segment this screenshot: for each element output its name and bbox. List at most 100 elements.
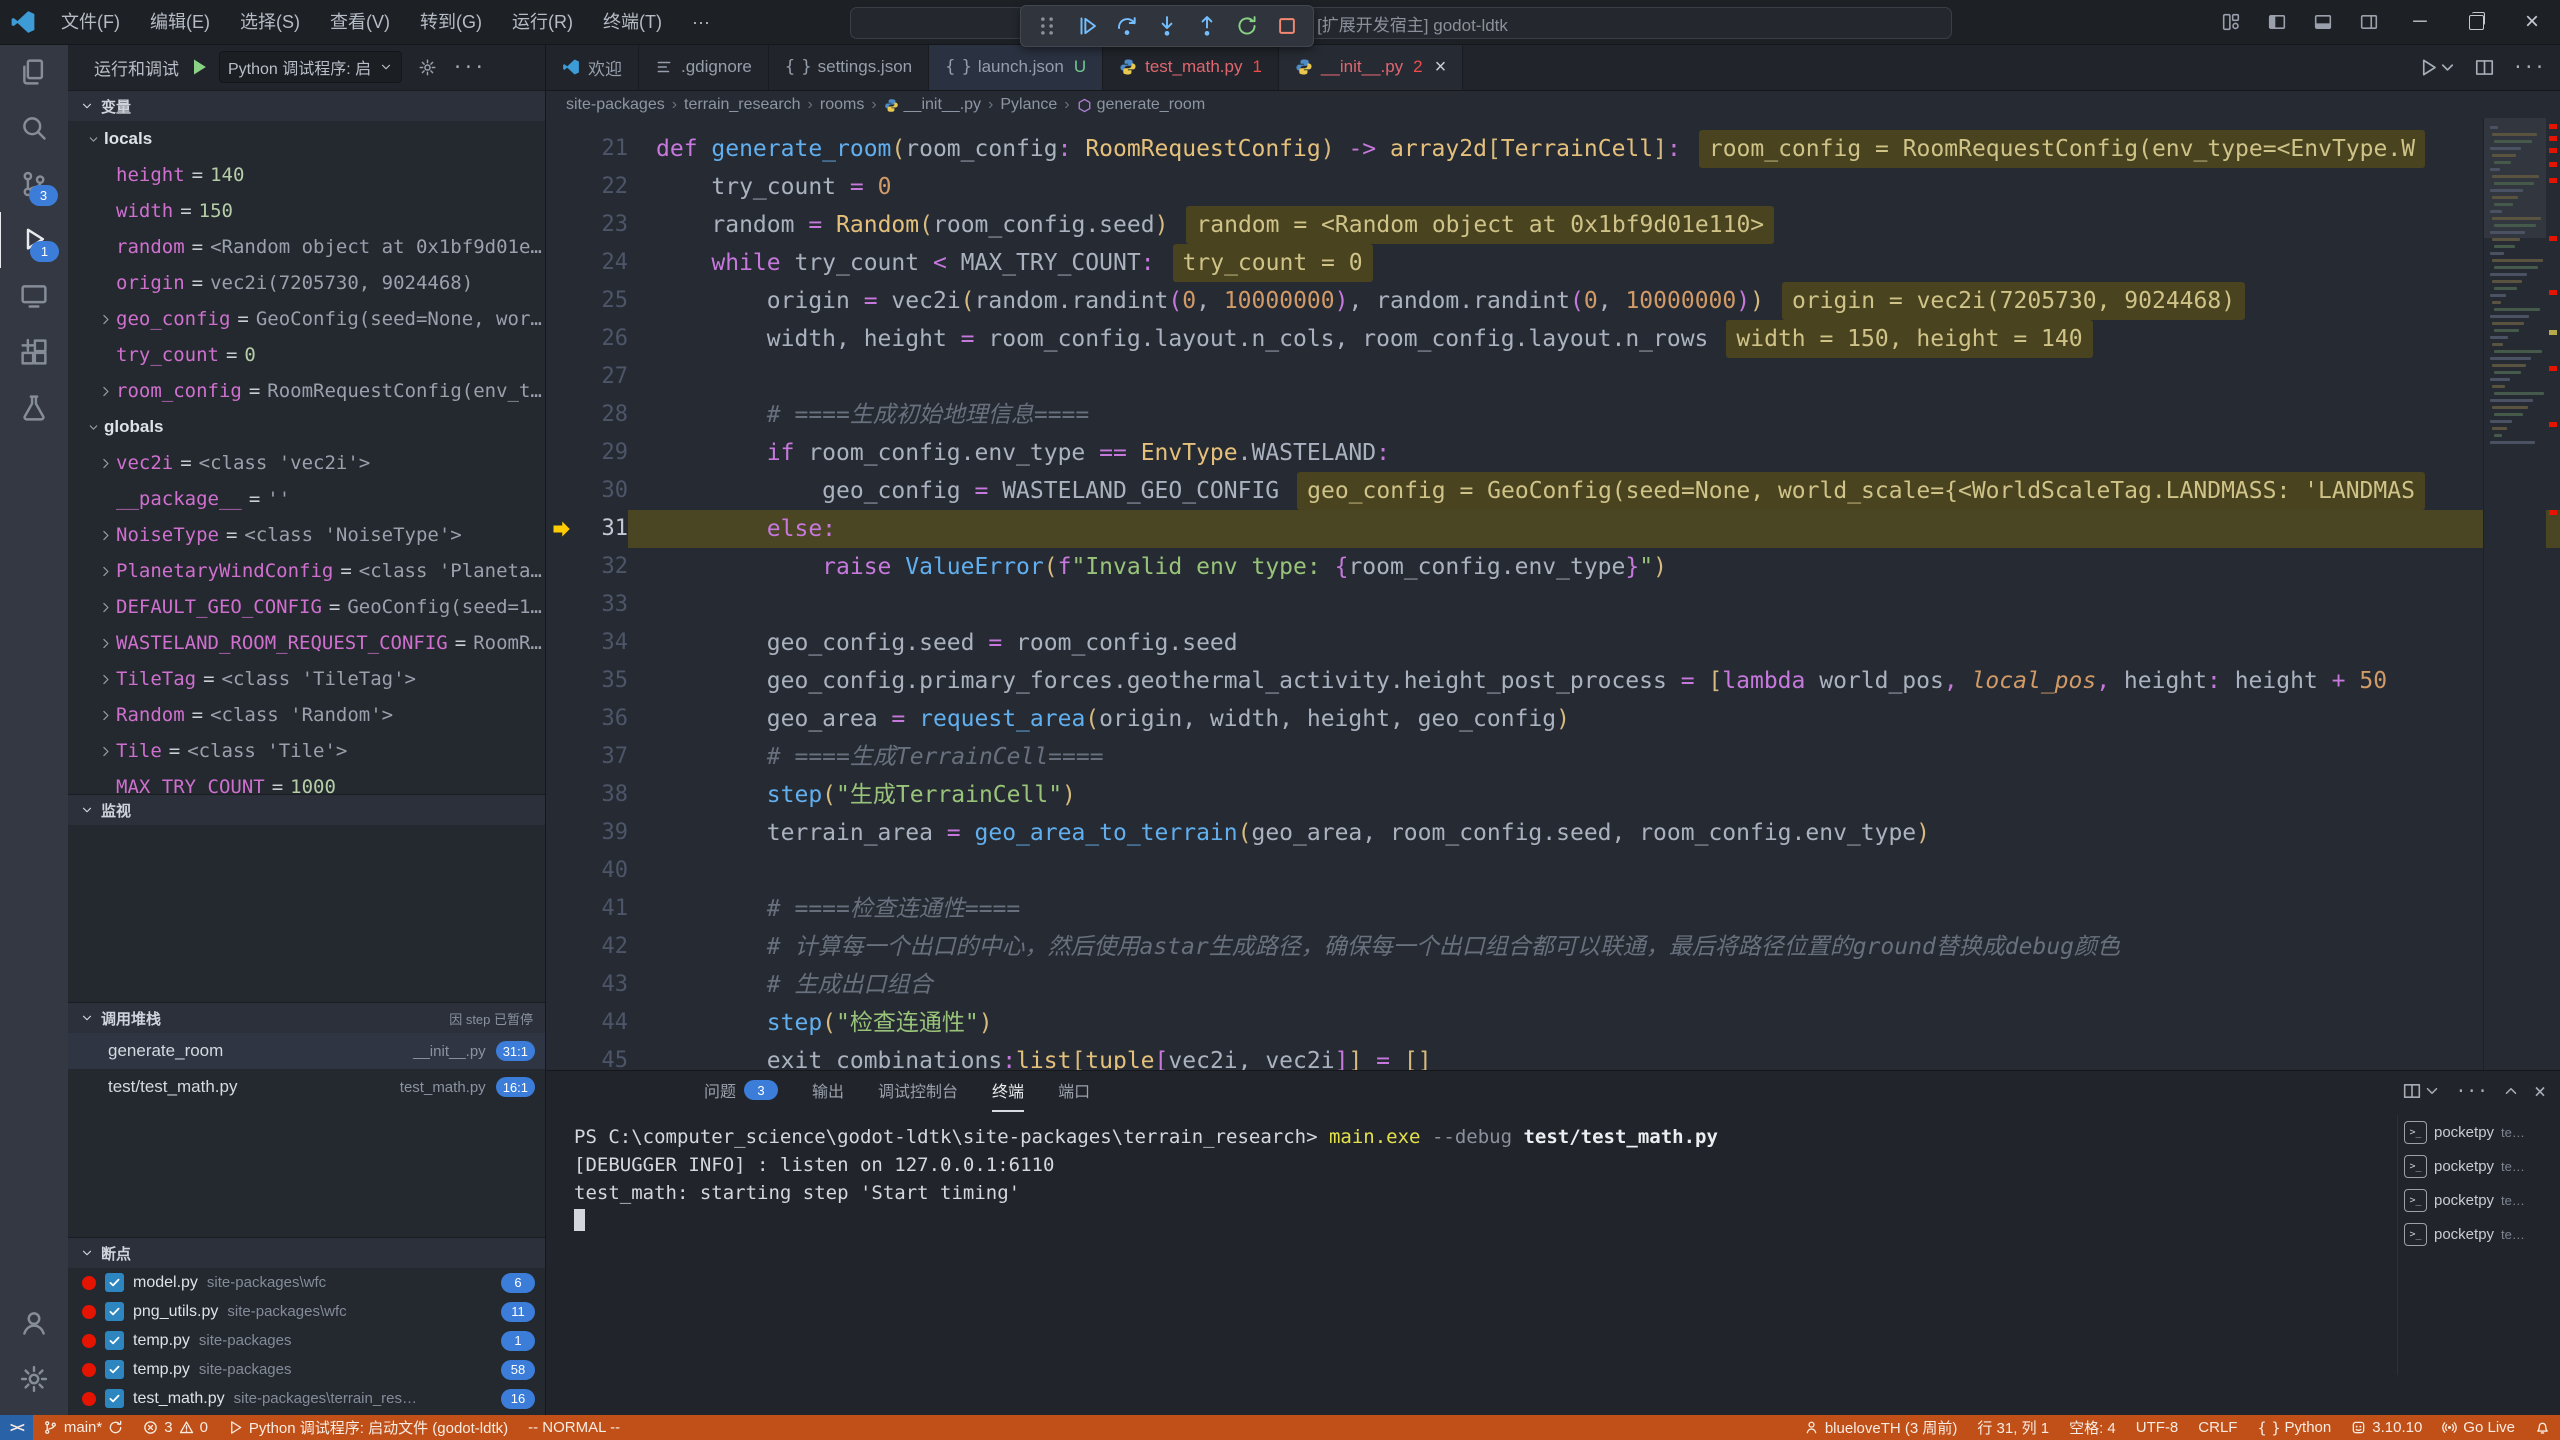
menu-item[interactable]: 文件(F): [46, 0, 135, 44]
code-line[interactable]: 20: [546, 118, 2560, 130]
variable-row[interactable]: Random= <class 'Random'>: [68, 697, 545, 733]
terminal-output[interactable]: PS C:\computer_science\godot-ldtk\site-p…: [574, 1123, 2454, 1235]
status-indentation[interactable]: 空格: 4: [2059, 1415, 2126, 1440]
variable-row[interactable]: origin= vec2i(7205730, 9024468): [68, 265, 545, 301]
split-editor-button[interactable]: [2468, 50, 2501, 84]
code-line[interactable]: 24 while try_count < MAX_TRY_COUNT:try_c…: [546, 244, 2560, 282]
code-line[interactable]: 32 raise ValueError(f"Invalid env type: …: [546, 548, 2560, 586]
code-line[interactable]: 42 # 计算每一个出口的中心，然后使用astar生成路径，确保每一个出口组合都…: [546, 928, 2560, 966]
code-line[interactable]: 45 exit_combinations:list[tuple[vec2i, v…: [546, 1042, 2560, 1070]
terminal-instance[interactable]: >_ pocketpyte…: [2404, 1217, 2554, 1251]
watch-section-header[interactable]: 监视: [68, 794, 545, 825]
variable-row[interactable]: DEFAULT_GEO_CONFIG= GeoConfig(seed=1…: [68, 589, 545, 625]
breakpoint-row[interactable]: temp.pysite-packages 1: [68, 1326, 545, 1355]
command-center-search[interactable]: [扩展开发宿主] godot-ldtk: [850, 7, 1952, 39]
code-line[interactable]: 30 geo_config = WASTELAND_GEO_CONFIGgeo_…: [546, 472, 2560, 510]
breadcrumb-item[interactable]: generate_room: [1077, 96, 1206, 114]
close-window-button[interactable]: ×: [2504, 0, 2560, 44]
breakpoint-row[interactable]: model.pysite-packages\wfc 6: [68, 1268, 545, 1297]
code-line[interactable]: 33: [546, 586, 2560, 624]
status-debug-configuration[interactable]: Python 调试程序: 启动文件 (godot-ldtk): [218, 1415, 518, 1440]
activity-source-control[interactable]: 3: [0, 156, 68, 212]
code-line[interactable]: 26 width, height = room_config.layout.n_…: [546, 320, 2560, 358]
debug-configuration-dropdown[interactable]: Python 调试程序: 启: [219, 51, 402, 83]
breakpoint-checkbox[interactable]: [105, 1302, 124, 1321]
variable-row[interactable]: height= 140: [68, 157, 545, 193]
toggle-secondary-sidebar-icon[interactable]: [2346, 0, 2392, 44]
status-remote-indicator[interactable]: ><: [0, 1415, 33, 1440]
step-over-button[interactable]: [1107, 8, 1147, 44]
callstack-frame[interactable]: generate_room__init__.py 31:1: [68, 1033, 545, 1069]
variable-scope[interactable]: locals: [68, 121, 545, 157]
activity-accounts[interactable]: [0, 1295, 68, 1351]
tab-.gdignore[interactable]: .gdignore: [639, 44, 769, 90]
panel-more-actions-button[interactable]: ···: [2455, 1081, 2488, 1102]
callstack-section-header[interactable]: 调用堆栈因 step 已暂停: [68, 1002, 545, 1033]
status-go-live[interactable]: Go Live: [2432, 1415, 2525, 1440]
breakpoint-row[interactable]: temp.pysite-packages 58: [68, 1355, 545, 1384]
run-python-file-button[interactable]: [2412, 50, 2464, 84]
drag-handle[interactable]: [1027, 8, 1067, 44]
code-line[interactable]: 23 random = Random(room_config.seed)rand…: [546, 206, 2560, 244]
menu-item[interactable]: 查看(V): [315, 0, 405, 44]
breakpoint-checkbox[interactable]: [105, 1331, 124, 1350]
code-line[interactable]: 39 terrain_area = geo_area_to_terrain(ge…: [546, 814, 2560, 852]
tab-test_math.py[interactable]: test_math.py1: [1103, 44, 1279, 90]
menu-item[interactable]: 终端(T): [588, 0, 677, 44]
variable-row[interactable]: NoiseType= <class 'NoiseType'>: [68, 517, 545, 553]
debug-settings-gear-icon[interactable]: [412, 45, 442, 89]
tab-__init__.py[interactable]: __init__.py2 ×: [1279, 44, 1463, 90]
sidebar-more-actions[interactable]: ···: [452, 57, 485, 78]
variable-row[interactable]: width= 150: [68, 193, 545, 229]
breakpoint-checkbox[interactable]: [105, 1273, 124, 1292]
tab-launch.json[interactable]: { } launch.jsonU: [929, 44, 1103, 90]
activity-explorer[interactable]: [0, 44, 68, 100]
breakpoint-row[interactable]: test_math.pysite-packages\terrain_res… 1…: [68, 1384, 545, 1413]
activity-remote-explorer[interactable]: [0, 268, 68, 324]
panel-tab-端口[interactable]: 端口: [1058, 1070, 1090, 1112]
maximize-panel-button[interactable]: [2502, 1082, 2520, 1100]
status-git-blame[interactable]: blueloveTH (3 周前): [1794, 1415, 1968, 1440]
panel-tab-调试控制台[interactable]: 调试控制台: [878, 1070, 958, 1112]
menu-item[interactable]: 选择(S): [225, 0, 315, 44]
maximize-restore-button[interactable]: [2448, 0, 2504, 44]
code-line[interactable]: 27: [546, 358, 2560, 396]
code-line[interactable]: 44 step("检查连通性"): [546, 1004, 2560, 1042]
start-debugging-button[interactable]: [189, 57, 209, 77]
variable-row[interactable]: WASTELAND_ROOM_REQUEST_CONFIG= RoomR…: [68, 625, 545, 661]
breadcrumb-item[interactable]: rooms: [820, 96, 864, 114]
toggle-panel-icon[interactable]: [2300, 0, 2346, 44]
status-encoding[interactable]: UTF-8: [2126, 1415, 2189, 1440]
variable-row[interactable]: random= <Random object at 0x1bf9d01e…: [68, 229, 545, 265]
code-editor[interactable]: 20 21 def generate_room(room_config: Roo…: [546, 118, 2560, 1070]
terminal-instance[interactable]: >_ pocketpyte…: [2404, 1115, 2554, 1149]
status-eol-sequence[interactable]: CRLF: [2188, 1415, 2247, 1440]
code-line[interactable]: 37 # ====生成TerrainCell====: [546, 738, 2560, 776]
stop-button[interactable]: [1267, 8, 1307, 44]
variable-row[interactable]: try_count= 0: [68, 337, 545, 373]
tab-欢迎[interactable]: 欢迎: [546, 44, 639, 90]
code-line[interactable]: 28 # ====生成初始地理信息====: [546, 396, 2560, 434]
breadcrumb-item[interactable]: site-packages: [566, 96, 665, 114]
breadcrumb-item[interactable]: Pylance: [1000, 96, 1057, 114]
terminal-instance[interactable]: >_ pocketpyte…: [2404, 1149, 2554, 1183]
variables-section-header[interactable]: 变量: [68, 90, 545, 121]
activity-extensions[interactable]: [0, 324, 68, 380]
variable-row[interactable]: vec2i= <class 'vec2i'>: [68, 445, 545, 481]
status-language-mode[interactable]: { }Python: [2247, 1415, 2341, 1440]
continue-button[interactable]: [1067, 8, 1107, 44]
code-line[interactable]: 21 def generate_room(room_config: RoomRe…: [546, 130, 2560, 168]
variable-row[interactable]: MAX_TRY_COUNT= 1000: [68, 769, 545, 794]
variable-scope[interactable]: globals: [68, 409, 545, 445]
variable-row[interactable]: TileTag= <class 'TileTag'>: [68, 661, 545, 697]
breadcrumb-item[interactable]: __init__.py: [884, 96, 981, 114]
restart-button[interactable]: [1227, 8, 1267, 44]
code-line[interactable]: 41 # ====检查连通性====: [546, 890, 2560, 928]
terminal-instance[interactable]: >_ pocketpyte…: [2404, 1183, 2554, 1217]
breakpoints-section-header[interactable]: 断点: [68, 1237, 545, 1268]
customize-layout-icon[interactable]: [2208, 0, 2254, 44]
code-line[interactable]: 25 origin = vec2i(random.randint(0, 1000…: [546, 282, 2560, 320]
breakpoint-row[interactable]: png_utils.pysite-packages\wfc 11: [68, 1297, 545, 1326]
minimize-button[interactable]: ─: [2392, 0, 2448, 44]
minimap[interactable]: [2483, 118, 2546, 1070]
